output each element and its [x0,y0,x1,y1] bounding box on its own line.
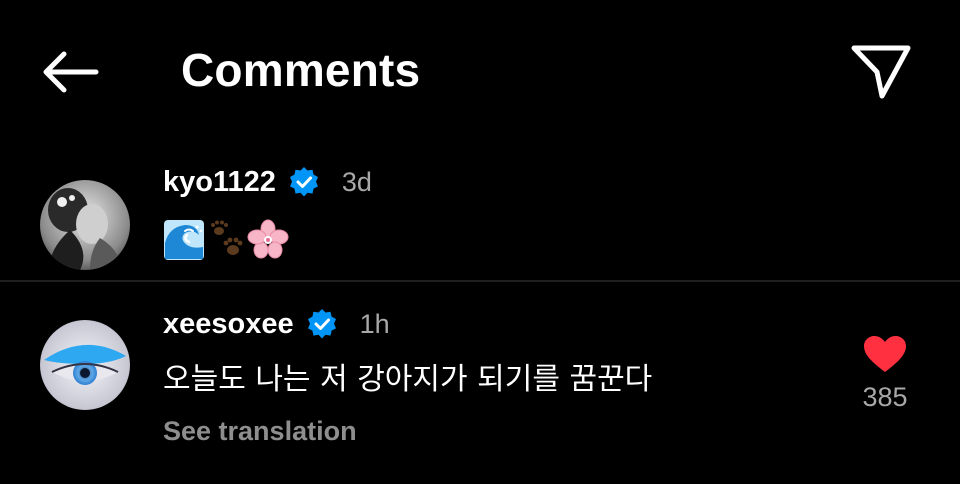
avatar-image [40,180,130,270]
page-title: Comments [181,44,421,96]
username[interactable]: kyo1122 [163,166,276,199]
paper-plane-icon [851,45,911,99]
verified-badge-icon [306,308,338,340]
comment-time: 1h [359,308,390,339]
verified-badge-icon [288,166,320,198]
avatar[interactable] [40,180,130,270]
cherry-blossom-emoji [247,219,289,261]
username[interactable]: xeesoxee [163,308,294,341]
avatar[interactable] [40,320,130,410]
arrow-left-icon [43,51,99,93]
paw-prints-emoji [205,219,247,261]
avatar-image [40,320,130,410]
water-wave-emoji [163,219,205,261]
like-button[interactable] [862,334,908,374]
back-button[interactable] [38,46,102,98]
comment-item: kyo1122 3d [0,160,960,280]
comment-header: xeesoxee 1h [163,304,390,344]
comment-header: kyo1122 3d [163,162,372,202]
comment-time: 3d [341,166,372,197]
header: Comments [0,0,960,140]
comment-text [163,218,289,262]
see-translation-link[interactable]: See translation [163,416,357,447]
heart-filled-icon [864,336,906,372]
share-button[interactable] [846,38,916,102]
like-count: 385 [862,382,908,412]
comment-item: xeesoxee 1h 오늘도 나는 저 강아지가 되기를 꿈꾼다 See tr… [0,282,960,484]
comment-text: 오늘도 나는 저 강아지가 되기를 꿈꾼다 [163,362,653,397]
